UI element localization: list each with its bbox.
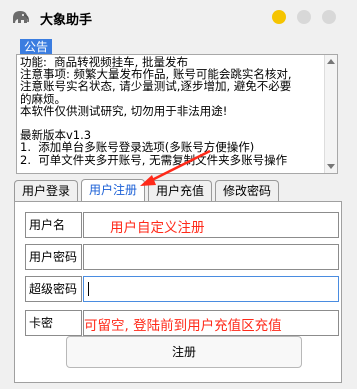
password-input[interactable]	[83, 244, 339, 270]
text-caret	[88, 282, 89, 296]
tab-change-password[interactable]: 修改密码	[215, 180, 279, 201]
username-label: 用户名	[25, 212, 82, 238]
card-input[interactable]: 可留空, 登陆前到用户充值区充值	[83, 310, 339, 336]
password-label: 用户密码	[25, 244, 82, 270]
scroll-up-icon[interactable]	[327, 59, 335, 64]
card-annotation: 可留空, 登陆前到用户充值区充值	[84, 318, 282, 334]
register-panel: 用户名 用户自定义注册 用户密码 超级密码 卡密 可留空, 登陆前到用户充值区充…	[14, 201, 342, 383]
notice-text: 功能: 商品转视频挂车, 批量发布 注意事项: 频繁大量发布作品, 账号可能会跳…	[20, 55, 292, 167]
super-password-input[interactable]	[83, 276, 339, 302]
maximize-button[interactable]	[297, 10, 311, 24]
tab-register[interactable]: 用户注册	[81, 179, 145, 202]
close-button[interactable]	[322, 10, 336, 24]
tab-recharge[interactable]: 用户充值	[148, 180, 212, 201]
notice-label: 公告	[20, 39, 53, 55]
notice-scrollbar[interactable]	[324, 55, 337, 173]
card-label: 卡密	[25, 310, 82, 336]
minimize-button[interactable]	[272, 10, 286, 24]
username-annotation: 用户自定义注册	[110, 220, 205, 236]
register-button[interactable]: 注册	[66, 336, 302, 368]
scroll-down-icon[interactable]	[327, 164, 335, 169]
window-title: 大象助手	[40, 13, 93, 28]
elephant-icon	[13, 11, 29, 23]
title-bar: 大象助手	[0, 0, 357, 34]
tab-login[interactable]: 用户登录	[14, 180, 78, 201]
username-input[interactable]: 用户自定义注册	[83, 212, 339, 238]
super-password-label: 超级密码	[25, 276, 82, 302]
notice-textarea[interactable]: 功能: 商品转视频挂车, 批量发布 注意事项: 频繁大量发布作品, 账号可能会跳…	[16, 54, 338, 174]
